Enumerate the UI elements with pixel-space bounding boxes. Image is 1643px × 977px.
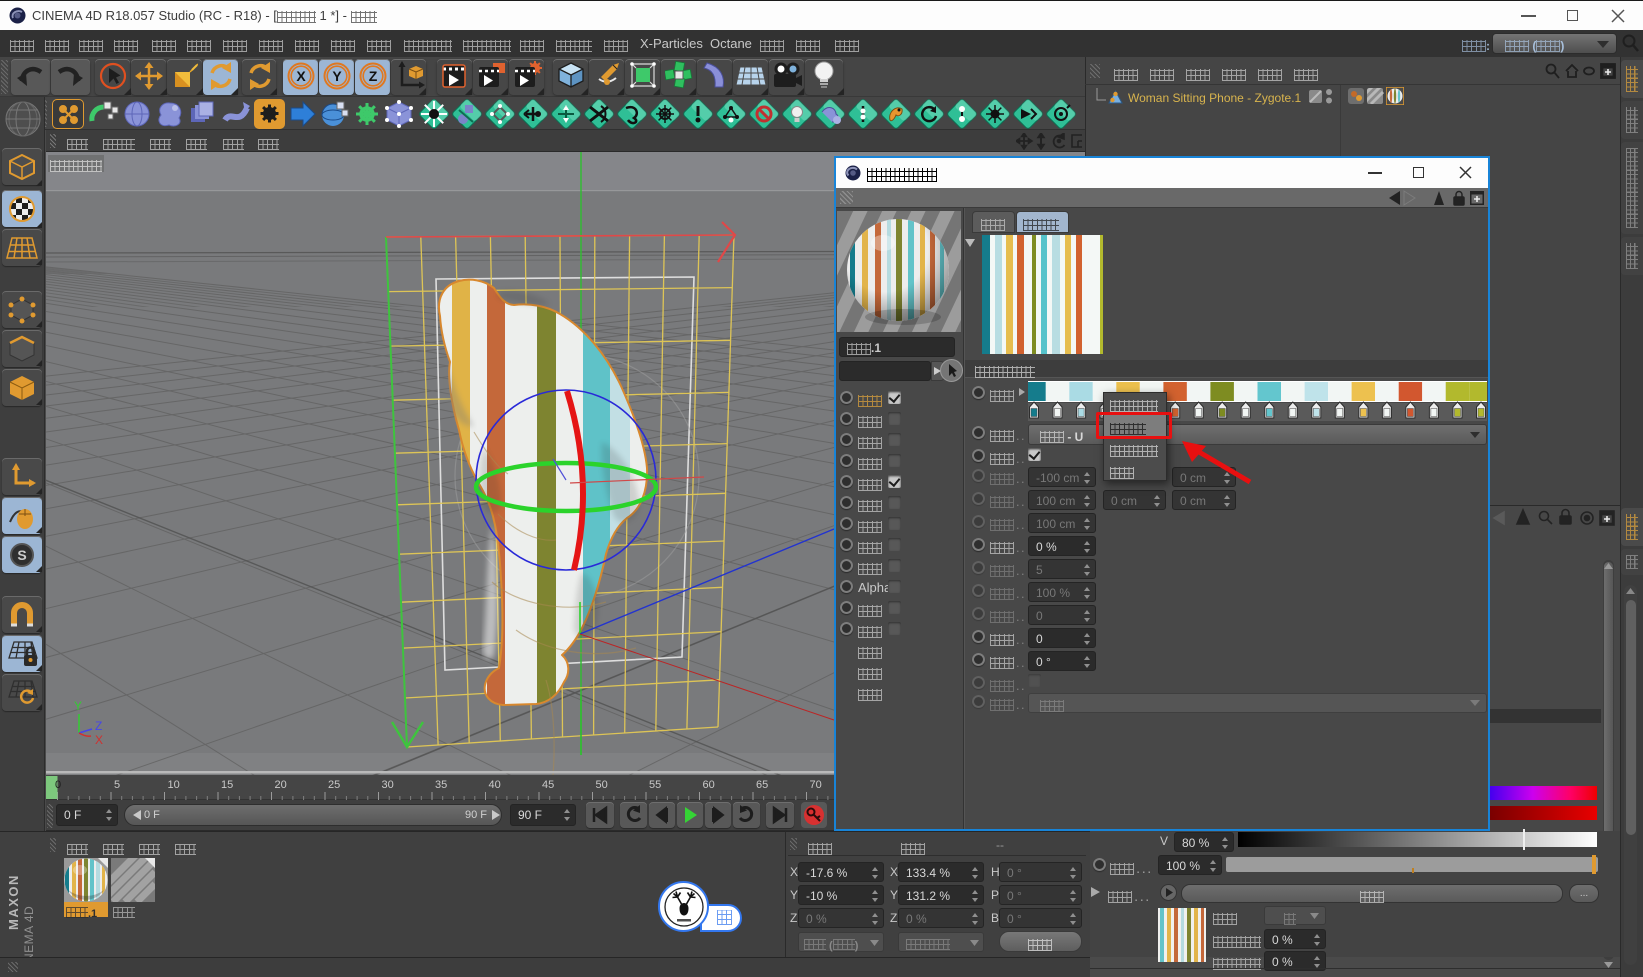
svg-text:20: 20 xyxy=(275,779,287,791)
svg-text:10: 10 xyxy=(168,779,180,791)
svg-text:X: X xyxy=(296,68,306,84)
svg-text:S: S xyxy=(17,547,26,563)
svg-text:70: 70 xyxy=(810,779,822,791)
svg-text:35: 35 xyxy=(435,779,447,791)
svg-text:60: 60 xyxy=(703,779,715,791)
svg-text:Z: Z xyxy=(95,719,102,733)
svg-text:0: 0 xyxy=(55,779,61,791)
svg-text:X: X xyxy=(95,733,103,747)
svg-text:40: 40 xyxy=(489,779,501,791)
svg-text:5: 5 xyxy=(114,779,120,791)
svg-text:15: 15 xyxy=(221,779,233,791)
svg-text:25: 25 xyxy=(328,779,340,791)
svg-text:30: 30 xyxy=(382,779,394,791)
svg-text:Z: Z xyxy=(369,68,378,84)
svg-text:55: 55 xyxy=(649,779,661,791)
svg-text:45: 45 xyxy=(542,779,554,791)
svg-text:65: 65 xyxy=(756,779,768,791)
svg-text:Y: Y xyxy=(74,699,82,713)
svg-text:Y: Y xyxy=(332,68,342,84)
svg-text:50: 50 xyxy=(596,779,608,791)
